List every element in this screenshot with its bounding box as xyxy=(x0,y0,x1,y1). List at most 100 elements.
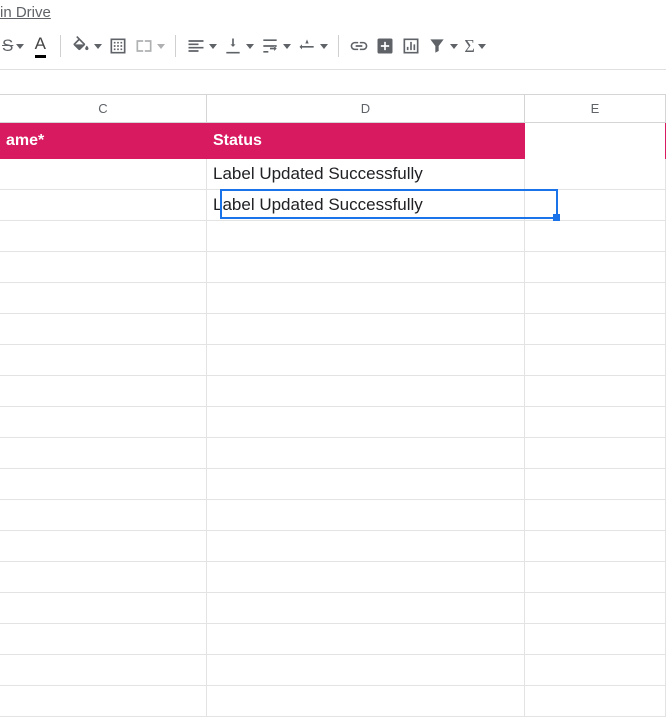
text-wrap-icon xyxy=(260,36,280,56)
drive-location-link[interactable]: in Drive xyxy=(0,0,666,23)
vertical-align-button[interactable] xyxy=(221,33,256,59)
cell[interactable] xyxy=(0,655,207,685)
cell[interactable] xyxy=(525,345,666,375)
cell[interactable] xyxy=(0,438,207,468)
cell[interactable] xyxy=(0,190,207,220)
merge-icon xyxy=(134,36,154,56)
cell[interactable] xyxy=(525,593,666,623)
header-row: ame* Status xyxy=(0,123,666,159)
table-row xyxy=(0,438,666,469)
text-color-icon: A xyxy=(35,34,46,58)
toolbar-separator xyxy=(60,35,61,57)
cell[interactable] xyxy=(525,655,666,685)
cell[interactable] xyxy=(525,531,666,561)
header-cell-status[interactable]: Status xyxy=(207,123,525,159)
cell[interactable]: Label Updated Successfully xyxy=(207,159,525,189)
cell[interactable] xyxy=(525,221,666,251)
column-header-c[interactable]: C xyxy=(0,95,207,122)
cell[interactable] xyxy=(207,283,525,313)
strikethrough-button[interactable]: S xyxy=(0,33,26,59)
chevron-down-icon xyxy=(94,44,102,49)
text-wrap-button[interactable] xyxy=(258,33,293,59)
cell[interactable] xyxy=(207,655,525,685)
cell[interactable] xyxy=(525,159,666,189)
cell[interactable] xyxy=(525,252,666,282)
chevron-down-icon xyxy=(157,44,165,49)
cell[interactable] xyxy=(0,407,207,437)
filter-icon xyxy=(427,36,447,56)
cell[interactable] xyxy=(0,252,207,282)
table-row xyxy=(0,686,666,717)
insert-comment-button[interactable] xyxy=(373,33,397,59)
cell[interactable] xyxy=(525,376,666,406)
cell[interactable] xyxy=(0,593,207,623)
text-color-button[interactable]: A xyxy=(28,33,52,59)
cell[interactable] xyxy=(0,562,207,592)
insert-link-button[interactable] xyxy=(347,33,371,59)
cell[interactable]: Label Updated Successfully xyxy=(207,190,525,220)
cell[interactable] xyxy=(0,624,207,654)
header-cell-empty[interactable] xyxy=(525,123,666,159)
table-row: Label Updated Successfully xyxy=(0,190,666,221)
cell[interactable] xyxy=(0,686,207,716)
cell[interactable] xyxy=(207,562,525,592)
text-rotation-icon xyxy=(297,36,317,56)
table-row xyxy=(0,500,666,531)
borders-button[interactable] xyxy=(106,33,130,59)
cell[interactable] xyxy=(0,500,207,530)
cell[interactable] xyxy=(0,283,207,313)
chevron-down-icon xyxy=(478,44,486,49)
cell[interactable] xyxy=(207,345,525,375)
cell[interactable] xyxy=(525,283,666,313)
table-row xyxy=(0,531,666,562)
fill-color-button[interactable] xyxy=(69,33,104,59)
cell[interactable] xyxy=(525,686,666,716)
chevron-down-icon xyxy=(283,44,291,49)
text-rotation-button[interactable] xyxy=(295,33,330,59)
cell[interactable] xyxy=(207,252,525,282)
cell[interactable] xyxy=(0,221,207,251)
cell[interactable] xyxy=(0,159,207,189)
cell[interactable] xyxy=(0,469,207,499)
cell[interactable] xyxy=(525,562,666,592)
cell[interactable] xyxy=(207,376,525,406)
cell[interactable] xyxy=(525,407,666,437)
cell[interactable] xyxy=(525,190,666,220)
column-header-e[interactable]: E xyxy=(525,95,666,122)
cell[interactable] xyxy=(207,500,525,530)
table-row xyxy=(0,221,666,252)
filter-button[interactable] xyxy=(425,33,460,59)
column-headers-row: C D E xyxy=(0,94,666,123)
table-row xyxy=(0,283,666,314)
insert-chart-button[interactable] xyxy=(399,33,423,59)
vertical-align-icon xyxy=(223,36,243,56)
cell[interactable] xyxy=(207,531,525,561)
toolbar-separator xyxy=(338,35,339,57)
cell[interactable] xyxy=(207,469,525,499)
horizontal-align-button[interactable] xyxy=(184,33,219,59)
table-row xyxy=(0,624,666,655)
cell[interactable] xyxy=(207,221,525,251)
cell[interactable] xyxy=(207,686,525,716)
spreadsheet-grid: C D E ame* Status Label Updated Successf… xyxy=(0,94,666,717)
cell[interactable] xyxy=(207,593,525,623)
cell[interactable] xyxy=(525,314,666,344)
cell[interactable] xyxy=(207,624,525,654)
header-cell-name[interactable]: ame* xyxy=(0,123,207,159)
column-header-d[interactable]: D xyxy=(207,95,525,122)
cell[interactable] xyxy=(207,314,525,344)
cell[interactable] xyxy=(525,438,666,468)
cell[interactable] xyxy=(207,438,525,468)
functions-button[interactable]: Σ xyxy=(462,33,487,59)
cell[interactable] xyxy=(207,407,525,437)
cell[interactable] xyxy=(0,345,207,375)
merge-cells-button[interactable] xyxy=(132,33,167,59)
cell[interactable] xyxy=(0,531,207,561)
link-icon xyxy=(349,36,369,56)
cell[interactable] xyxy=(0,376,207,406)
paint-bucket-icon xyxy=(71,36,91,56)
cell[interactable] xyxy=(525,500,666,530)
cell[interactable] xyxy=(525,469,666,499)
cell[interactable] xyxy=(0,314,207,344)
cell[interactable] xyxy=(525,624,666,654)
